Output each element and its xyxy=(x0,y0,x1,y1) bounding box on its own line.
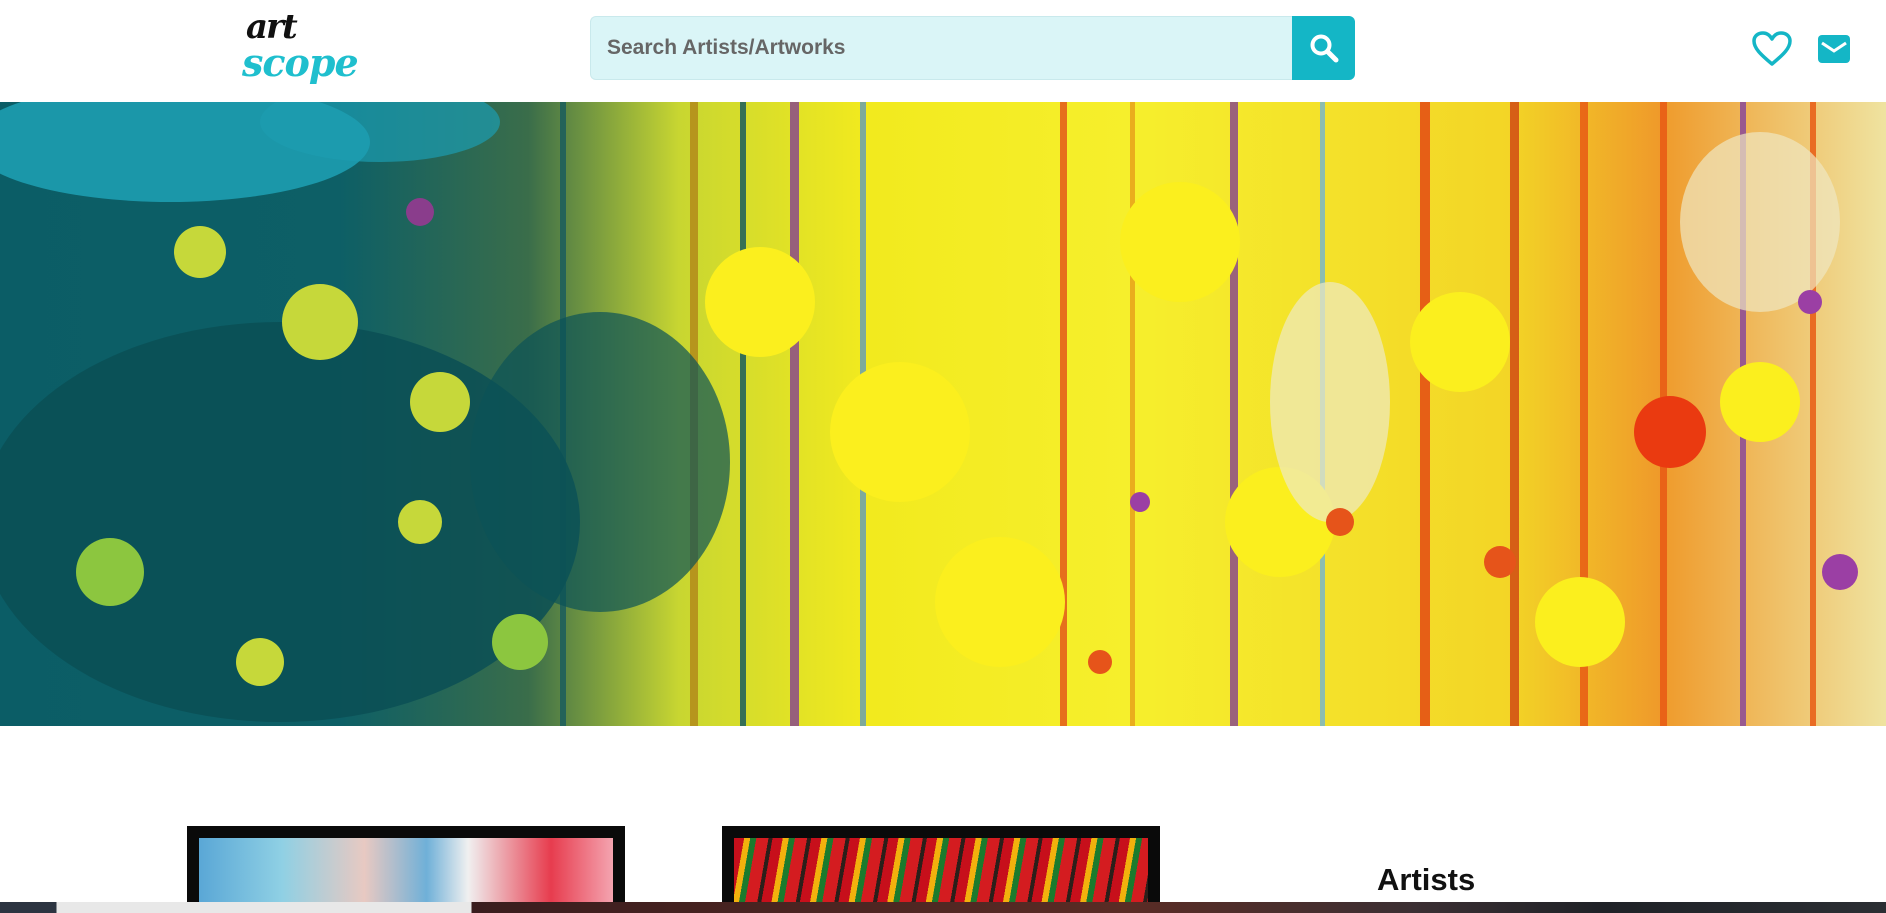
search-bar xyxy=(590,16,1355,80)
os-taskbar xyxy=(0,902,1886,913)
heart-icon xyxy=(1752,31,1792,66)
artwork-card[interactable] xyxy=(187,826,625,913)
site-logo[interactable]: art scope xyxy=(242,7,359,88)
search-button[interactable] xyxy=(1292,16,1355,80)
paint-splatter-image xyxy=(0,102,1858,726)
artwork-card[interactable] xyxy=(722,826,1160,913)
favorites-button[interactable] xyxy=(1752,30,1792,68)
messages-button[interactable] xyxy=(1814,30,1854,68)
search-input[interactable] xyxy=(590,16,1292,80)
mail-icon xyxy=(1818,35,1850,63)
artists-heading: Artists xyxy=(1377,862,1476,897)
site-header: art scope xyxy=(0,0,1886,102)
logo-text-scope: scope xyxy=(242,40,359,85)
search-icon xyxy=(1310,34,1338,63)
logo-text-art: art xyxy=(246,7,298,47)
hero-banner xyxy=(0,102,1886,726)
